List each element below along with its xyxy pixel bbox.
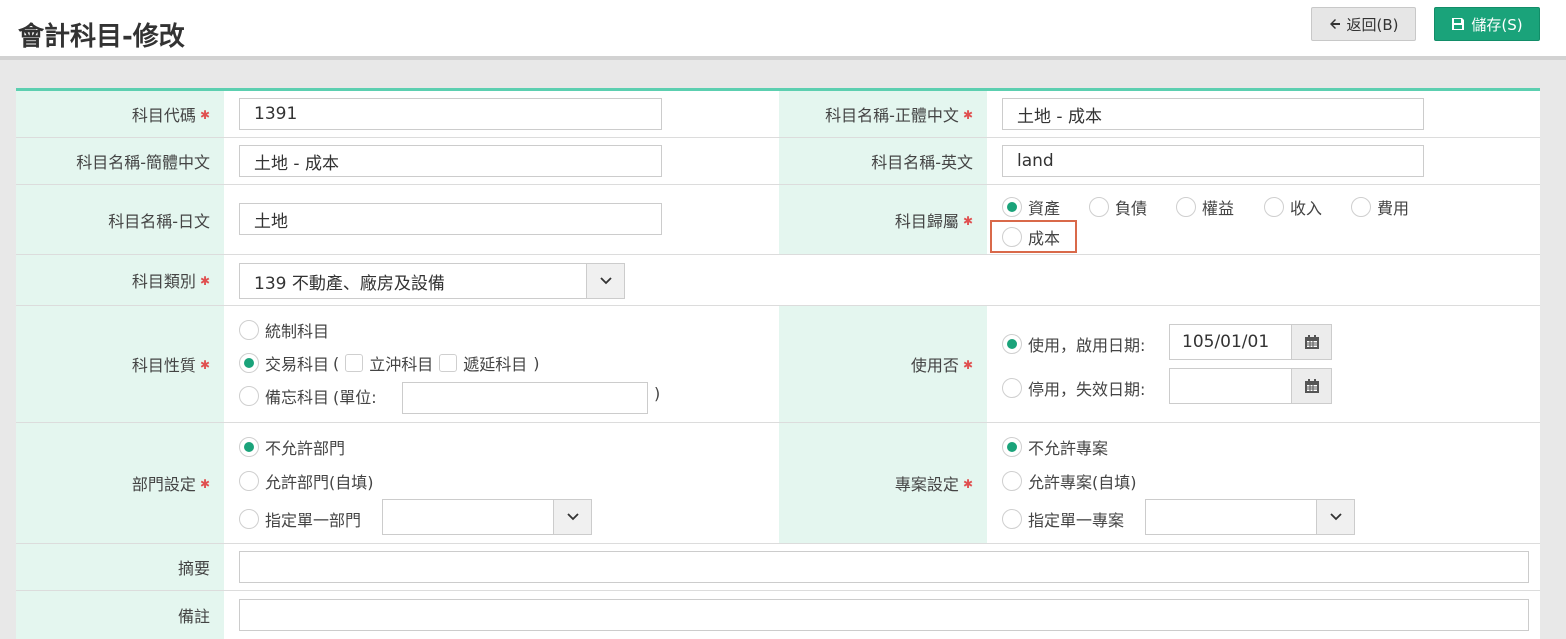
radio-circle [1264, 197, 1284, 217]
unit-paren-close: ) [654, 384, 661, 403]
name-tc-input[interactable]: 土地 - 成本 [1002, 98, 1424, 130]
use-date-picker[interactable]: 105/01/01 [1169, 324, 1332, 360]
back-button[interactable]: 返回(B) [1311, 7, 1416, 41]
remark-input[interactable] [239, 599, 1529, 631]
stop-date-picker[interactable] [1169, 368, 1332, 404]
unit-input[interactable] [402, 382, 648, 414]
name-jp-label: 科目名稱-日文 [16, 185, 224, 254]
form-row-remark: 備註 [16, 591, 1540, 639]
belong-radio-liability[interactable]: 負債 [1089, 195, 1147, 219]
save-button-label: 儲存(S) [1471, 15, 1523, 34]
radio-circle [1176, 197, 1196, 217]
form-row-summary: 摘要 [16, 544, 1540, 591]
belong-label: 科目歸屬 ✱ [779, 185, 987, 254]
radio-circle [239, 386, 259, 406]
form-row-dept: 部門設定 ✱ 不允許部門 允許部門(自填) 指定單一部門 專案設定 ✱ 不允許專案 … [16, 423, 1540, 544]
project-select[interactable] [1145, 499, 1355, 535]
belong-radio-income[interactable]: 收入 [1264, 195, 1322, 219]
chevron-down-icon[interactable] [586, 264, 624, 298]
chevron-down-icon[interactable] [553, 500, 591, 534]
form-row-name-jp: 科目名稱-日文 土地 科目歸屬 ✱ 資產 負債 權益 收入 費用 成本 [16, 185, 1540, 255]
name-jp-input[interactable]: 土地 [239, 203, 662, 235]
page-title: 會計科目-修改 [18, 22, 185, 52]
defer-checkbox[interactable] [439, 354, 458, 372]
project-radio-disallow[interactable]: 不允許專案 [1002, 435, 1108, 459]
project-radio-allow[interactable]: 允許專案(自填) [1002, 469, 1137, 493]
top-bar: 會計科目-修改 返回(B) 儲存(S) [0, 0, 1566, 60]
radio-circle [1002, 509, 1022, 529]
code-label: 科目代碼 ✱ [16, 91, 224, 137]
nature-radio-memo[interactable]: 備忘科目 (單位: [239, 384, 377, 408]
radio-circle [1002, 378, 1022, 398]
project-radio-single[interactable]: 指定單一專案 [1002, 507, 1124, 531]
category-select-value: 139 不動產、廠房及設備 [254, 273, 445, 294]
category-label: 科目類別 ✱ [16, 255, 224, 305]
usage-label: 使用否 ✱ [779, 306, 987, 422]
radio-circle [1002, 197, 1022, 217]
radio-circle [1002, 471, 1022, 491]
form-row-code: 科目代碼 ✱ 1391 科目名稱-正體中文 ✱ 土地 - 成本 [16, 91, 1540, 138]
back-button-label: 返回(B) [1346, 15, 1399, 34]
radio-circle [239, 437, 259, 457]
chevron-down-icon[interactable] [1316, 500, 1354, 534]
usage-radio-use[interactable]: 使用，啟用日期: [1002, 332, 1145, 356]
nature-label: 科目性質 ✱ [16, 306, 224, 422]
name-sc-label: 科目名稱-簡體中文 [16, 138, 224, 184]
summary-input[interactable] [239, 551, 1529, 583]
dept-select[interactable] [382, 499, 592, 535]
radio-circle [239, 471, 259, 491]
nature-radio-trade[interactable]: 交易科目 ( 立沖科目 遞延科目 ) [239, 351, 540, 375]
summary-label: 摘要 [16, 544, 224, 590]
dept-radio-disallow[interactable]: 不允許部門 [239, 435, 345, 459]
name-tc-label: 科目名稱-正體中文 ✱ [779, 91, 987, 137]
name-en-input[interactable]: land [1002, 145, 1424, 177]
radio-circle [239, 509, 259, 529]
radio-circle [1002, 227, 1022, 247]
calendar-icon[interactable] [1291, 325, 1331, 359]
name-en-label: 科目名稱-英文 [779, 138, 987, 184]
form-row-nature: 科目性質 ✱ 統制科目 交易科目 ( 立沖科目 遞延科目 ) 備忘科目 (單位: … [16, 306, 1540, 423]
radio-circle [239, 320, 259, 340]
form-row-category: 科目類別 ✱ 139 不動產、廠房及設備 [16, 255, 1540, 306]
radio-circle [1002, 437, 1022, 457]
belong-radio-asset[interactable]: 資產 [1002, 195, 1060, 219]
radio-circle [1089, 197, 1109, 217]
radio-circle [1002, 334, 1022, 354]
save-button[interactable]: 儲存(S) [1434, 7, 1540, 41]
dept-radio-allow[interactable]: 允許部門(自填) [239, 469, 374, 493]
arrow-left-icon [1329, 18, 1341, 30]
use-date-value[interactable]: 105/01/01 [1170, 332, 1291, 352]
radio-circle [239, 353, 259, 373]
belong-radio-equity[interactable]: 權益 [1176, 195, 1234, 219]
code-input[interactable]: 1391 [239, 98, 662, 130]
offset-checkbox[interactable] [345, 354, 364, 372]
account-form: 科目代碼 ✱ 1391 科目名稱-正體中文 ✱ 土地 - 成本 科目名稱-簡體中文 … [16, 88, 1540, 639]
radio-circle [1351, 197, 1371, 217]
belong-radio-cost[interactable]: 成本 [1002, 225, 1060, 249]
form-row-name-sc: 科目名稱-簡體中文 土地 - 成本 科目名稱-英文 land [16, 138, 1540, 185]
remark-label: 備註 [16, 591, 224, 639]
floppy-disk-icon [1451, 17, 1465, 31]
category-select[interactable]: 139 不動產、廠房及設備 [239, 263, 625, 299]
name-sc-input[interactable]: 土地 - 成本 [239, 145, 662, 177]
usage-radio-stop[interactable]: 停用，失效日期: [1002, 376, 1145, 400]
belong-radio-expense[interactable]: 費用 [1351, 195, 1409, 219]
calendar-icon[interactable] [1291, 369, 1331, 403]
project-label: 專案設定 ✱ [779, 423, 987, 543]
nature-radio-control[interactable]: 統制科目 [239, 318, 329, 342]
dept-label: 部門設定 ✱ [16, 423, 224, 543]
dept-radio-single[interactable]: 指定單一部門 [239, 507, 361, 531]
